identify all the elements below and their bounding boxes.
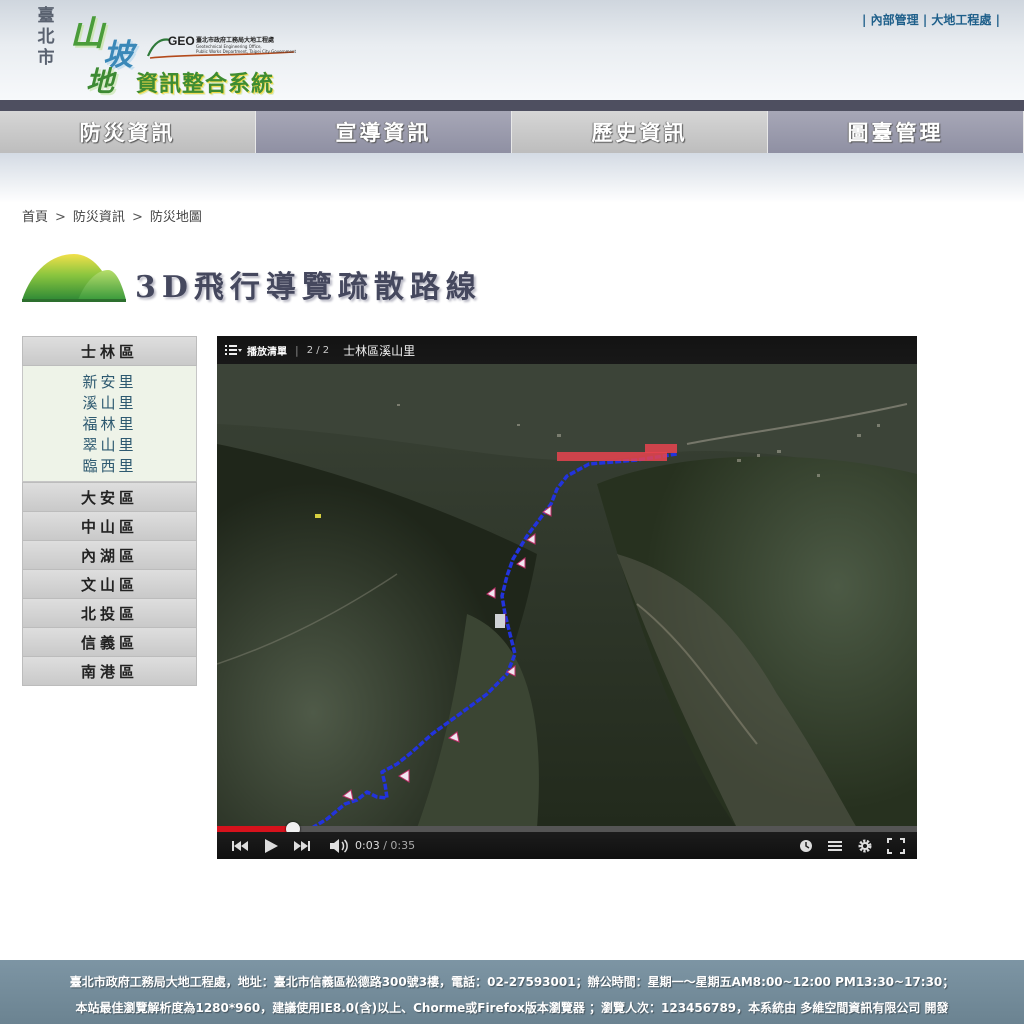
- district-zhongshan[interactable]: 中山區: [22, 511, 197, 541]
- top-links: | 內部管理 | 大地工程處 |: [862, 13, 1000, 27]
- video-player[interactable]: 播放清單 | 2 / 2 士林區溪山里 0:03 / 0:35: [217, 336, 917, 859]
- internal-admin-link[interactable]: 內部管理: [871, 13, 919, 27]
- geo-office-link[interactable]: 大地工程處: [931, 13, 991, 27]
- logo-char-land: 地: [86, 65, 115, 98]
- village-list: 新安里 溪山里 福林里 翠山里 臨西里: [22, 366, 197, 482]
- settings-gear-icon[interactable]: [857, 838, 873, 854]
- video-frame[interactable]: [217, 364, 917, 828]
- system-name: 資訊整合系統: [136, 71, 275, 97]
- village-xinan[interactable]: 新安里: [23, 372, 196, 393]
- breadcrumb-current: 防災地圖: [149, 210, 202, 225]
- header-divider: [0, 100, 1024, 111]
- nav-tab-map-admin[interactable]: 圖臺管理: [768, 111, 1024, 153]
- volume-icon[interactable]: [329, 838, 349, 854]
- footer-contact-info: 臺北市政府工務局大地工程處，地址：臺北市信義區松德路300號3樓，電話：02-2…: [69, 975, 955, 989]
- watch-later-icon[interactable]: [799, 839, 813, 853]
- district-nangang[interactable]: 南港區: [22, 656, 197, 686]
- playlist-icon[interactable]: [225, 343, 243, 357]
- player-top-bar: 播放清單 | 2 / 2 士林區溪山里: [217, 336, 917, 364]
- breadcrumb: 首頁 > 防災資訊 > 防災地圖: [22, 210, 202, 225]
- district-daan[interactable]: 大安區: [22, 482, 197, 512]
- site-footer: 臺北市政府工務局大地工程處，地址：臺北市信義區松德路300號3樓，電話：02-2…: [0, 960, 1024, 1024]
- mountain-icon: [22, 250, 126, 302]
- village-cuishan[interactable]: 翠山里: [23, 435, 196, 456]
- site-header: 臺 北 市 山 坡 地 資訊整合系統 GEO 臺北市政府工務局大地工程處 Geo…: [0, 0, 1024, 100]
- page-title: 3D飛行導覽疏散路線: [135, 270, 482, 305]
- nav-shadow: [0, 153, 1024, 203]
- playlist-divider: |: [295, 343, 299, 357]
- time-display: 0:03 / 0:35: [355, 839, 416, 852]
- playlist-position: 2 / 2: [306, 344, 330, 356]
- district-neihu[interactable]: 內湖區: [22, 540, 197, 570]
- nav-tab-promotion-info[interactable]: 宣導資訊: [256, 111, 512, 153]
- total-time: 0:35: [390, 839, 416, 852]
- main-nav: 防災資訊 宣導資訊 歷史資訊 圖臺管理: [0, 111, 1024, 153]
- footer-site-info: 本站最佳瀏覽解析度為1280*960，建議使用IE8.0(含)以上、Chorme…: [75, 1001, 949, 1015]
- nav-tab-disaster-info[interactable]: 防災資訊: [0, 111, 256, 153]
- captions-list-icon[interactable]: [827, 840, 843, 852]
- district-beitou[interactable]: 北投區: [22, 598, 197, 628]
- district-wenshan[interactable]: 文山區: [22, 569, 197, 599]
- current-time: 0:03: [355, 839, 380, 852]
- previous-icon[interactable]: [231, 839, 249, 853]
- city-label: 臺 北 市: [37, 6, 55, 68]
- fullscreen-icon[interactable]: [887, 837, 905, 854]
- playlist-label[interactable]: 播放清單: [247, 343, 287, 358]
- geo-org-logo: GEO 臺北市政府工務局大地工程處 Geotechnical Engineeri…: [146, 34, 296, 64]
- village-linxi[interactable]: 臨西里: [23, 456, 196, 477]
- breadcrumb-home[interactable]: 首頁: [22, 210, 48, 225]
- nav-tab-history-info[interactable]: 歷史資訊: [512, 111, 768, 153]
- geo-logo-text: GEO: [168, 34, 195, 48]
- breadcrumb-disaster-info[interactable]: 防災資訊: [73, 210, 125, 225]
- logo-char-mountain: 山: [70, 14, 104, 54]
- video-title[interactable]: 士林區溪山里: [343, 342, 415, 359]
- player-controls: 0:03 / 0:35: [217, 832, 917, 859]
- district-xinyi[interactable]: 信義區: [22, 627, 197, 657]
- org-name-en: Geotechnical Engineering Office, Public …: [196, 44, 297, 54]
- district-menu: 士林區 新安里 溪山里 福林里 翠山里 臨西里 大安區 中山區 內湖區 文山區 …: [22, 336, 197, 686]
- player-right-controls: [799, 837, 917, 854]
- village-xishan[interactable]: 溪山里: [23, 393, 196, 414]
- district-shilin[interactable]: 士林區: [22, 336, 197, 366]
- org-name: 臺北市政府工務局大地工程處: [196, 37, 275, 44]
- village-fulin[interactable]: 福林里: [23, 414, 196, 435]
- play-icon[interactable]: [263, 838, 279, 854]
- next-icon[interactable]: [293, 839, 311, 853]
